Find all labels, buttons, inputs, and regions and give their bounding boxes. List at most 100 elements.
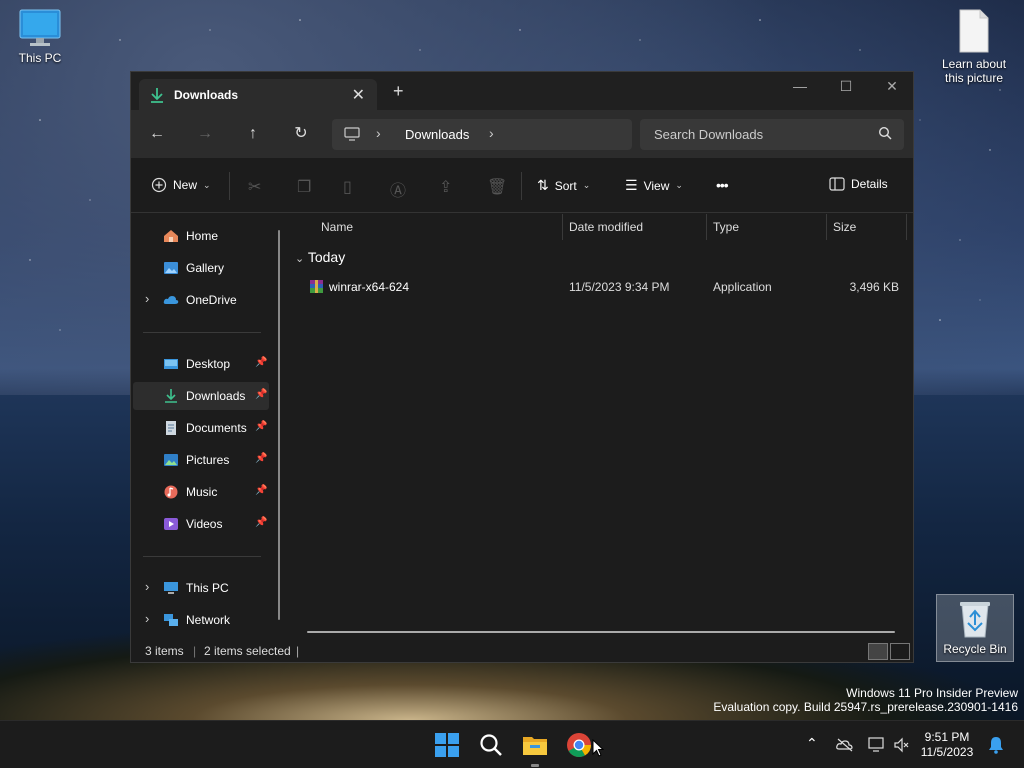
sidebar-item-label: Pictures (186, 453, 230, 467)
horizontal-scrollbar[interactable] (307, 631, 895, 633)
column-header-size[interactable]: Size (833, 214, 856, 240)
plus-circle-icon (151, 177, 167, 193)
search-icon[interactable] (477, 731, 505, 759)
details-pane-icon (829, 177, 845, 191)
maximize-button[interactable]: ☐ (823, 72, 869, 102)
cut-button[interactable]: ✂ (248, 177, 261, 197)
copy-button[interactable]: ❐ (297, 177, 311, 197)
column-separator[interactable] (906, 214, 907, 240)
pin-icon[interactable]: 📌 (255, 517, 267, 528)
forward-button[interactable]: → (193, 123, 217, 145)
file-type: Application (713, 280, 772, 294)
chevron-right-icon[interactable]: › (145, 291, 149, 306)
column-separator[interactable] (826, 214, 827, 240)
close-window-button[interactable]: ✕ (869, 72, 915, 102)
view-label: View (643, 178, 670, 193)
file-explorer-window: Downloads ✕ + — ☐ ✕ ← → ↑ ↻ › Downloads … (130, 71, 914, 663)
sidebar-item-onedrive[interactable]: › OneDrive (133, 286, 269, 314)
clock[interactable]: 9:51 PM 11/5/2023 (915, 730, 979, 760)
file-explorer-icon[interactable] (521, 731, 549, 759)
chevron-right-icon[interactable]: › (145, 579, 149, 594)
cloud-icon (163, 296, 179, 304)
rename-button[interactable]: Ⓐ (390, 177, 406, 201)
desktop-icon-learn-about-picture[interactable]: Learn about this picture (934, 8, 1014, 85)
onedrive-offline-icon[interactable] (836, 738, 854, 752)
up-button[interactable]: ↑ (241, 123, 265, 145)
file-name[interactable]: winrar-x64-624 (329, 280, 409, 294)
table-row[interactable]: winrar-x64-624 11/5/2023 9:34 PM Applica… (289, 276, 913, 298)
paste-button[interactable]: ▯ (343, 177, 352, 197)
sidebar-item-pictures[interactable]: Pictures 📌 (133, 446, 269, 474)
sidebar-item-home[interactable]: Home (133, 222, 269, 250)
mouse-cursor-icon (592, 739, 604, 757)
start-icon[interactable] (433, 731, 461, 759)
share-icon: ⇪ (439, 179, 453, 196)
details-button[interactable]: Details (829, 177, 888, 191)
sidebar-item-label: OneDrive (186, 293, 237, 307)
sort-button[interactable]: ⇅ Sort ⌄ (537, 177, 590, 194)
close-tab-icon[interactable]: ✕ (352, 85, 365, 105)
more-options-button[interactable]: ••• (716, 177, 729, 193)
new-button[interactable]: New ⌄ (151, 177, 211, 193)
videos-icon (164, 518, 178, 530)
share-button[interactable]: ⇪ (439, 177, 452, 197)
refresh-button[interactable]: ↻ (289, 123, 313, 145)
column-separator[interactable] (562, 214, 563, 240)
column-header-name[interactable]: Name (321, 214, 353, 240)
chevron-right-icon[interactable]: › (145, 611, 149, 626)
network-icon[interactable] (868, 737, 886, 753)
search-placeholder: Search Downloads (654, 127, 764, 142)
sidebar-item-videos[interactable]: Videos 📌 (133, 510, 269, 538)
sidebar-item-network[interactable]: › Network (133, 606, 269, 634)
file-list: Name Date modified Type Size ⌄ Today win… (289, 214, 913, 639)
pin-icon[interactable]: 📌 (255, 389, 267, 400)
divider (229, 172, 230, 200)
chevron-right-icon[interactable]: › (489, 125, 494, 141)
sidebar-item-documents[interactable]: Documents 📌 (133, 414, 269, 442)
document-icon (959, 9, 989, 53)
pin-icon[interactable]: 📌 (255, 357, 267, 368)
details-view-toggle[interactable] (868, 643, 888, 660)
sidebar-scrollbar[interactable] (278, 230, 280, 620)
address-bar[interactable]: › Downloads › (332, 119, 632, 150)
tiles-view-toggle[interactable] (890, 643, 910, 660)
chrome-icon[interactable] (565, 731, 593, 759)
desktop-icon-this-pc[interactable]: This PC (0, 8, 80, 65)
search-input[interactable]: Search Downloads (640, 119, 904, 150)
pin-icon[interactable]: 📌 (255, 421, 267, 432)
desktop-icon-label: This PC (18, 51, 62, 65)
new-tab-button[interactable]: + (393, 82, 404, 100)
watermark-line-2: Evaluation copy. Build 25947.rs_prerelea… (713, 700, 1018, 714)
chevron-down-icon: ⌄ (582, 180, 591, 190)
sidebar-item-music[interactable]: Music 📌 (133, 478, 269, 506)
desktop-folder-icon (164, 359, 178, 369)
desktop-icon-label: Recycle Bin (943, 642, 1007, 656)
sidebar-item-label: Videos (186, 517, 223, 531)
sidebar-item-this-pc[interactable]: › This PC (133, 574, 269, 602)
view-button[interactable]: ☰ View ⌄ (625, 177, 683, 194)
sidebar-item-downloads[interactable]: Downloads 📌 (133, 382, 269, 410)
winrar-icon (310, 280, 323, 293)
chevron-right-icon[interactable]: › (376, 125, 381, 141)
sidebar-item-gallery[interactable]: Gallery (133, 254, 269, 282)
status-divider: | (193, 644, 197, 658)
column-header-date-modified[interactable]: Date modified (569, 214, 643, 240)
minimize-button[interactable]: — (777, 72, 823, 102)
breadcrumb-downloads[interactable]: Downloads (405, 127, 469, 142)
back-button[interactable]: ← (145, 123, 169, 145)
command-bar: New ⌄ ✂ ❐ ▯ Ⓐ ⇪ 🗑 ⇅ Sort ⌄ ☰ View ⌄ ••• … (131, 158, 913, 213)
group-header-today[interactable]: ⌄ Today (295, 249, 345, 265)
pin-icon[interactable]: 📌 (255, 485, 267, 496)
tab-downloads[interactable]: Downloads ✕ (139, 79, 377, 110)
delete-button[interactable]: 🗑 (487, 177, 507, 197)
show-hidden-icons-button[interactable]: ⌃ (806, 735, 818, 752)
volume-muted-icon[interactable] (893, 737, 911, 753)
pin-icon[interactable]: 📌 (255, 453, 267, 464)
desktop-icon-recycle-bin[interactable]: Recycle Bin (936, 594, 1014, 662)
notification-bell-icon[interactable] (988, 736, 1004, 754)
column-separator[interactable] (706, 214, 707, 240)
column-header-type[interactable]: Type (713, 214, 739, 240)
download-icon (165, 389, 177, 403)
sidebar-item-desktop[interactable]: Desktop 📌 (133, 350, 269, 378)
view-list-icon: ☰ (625, 177, 638, 193)
